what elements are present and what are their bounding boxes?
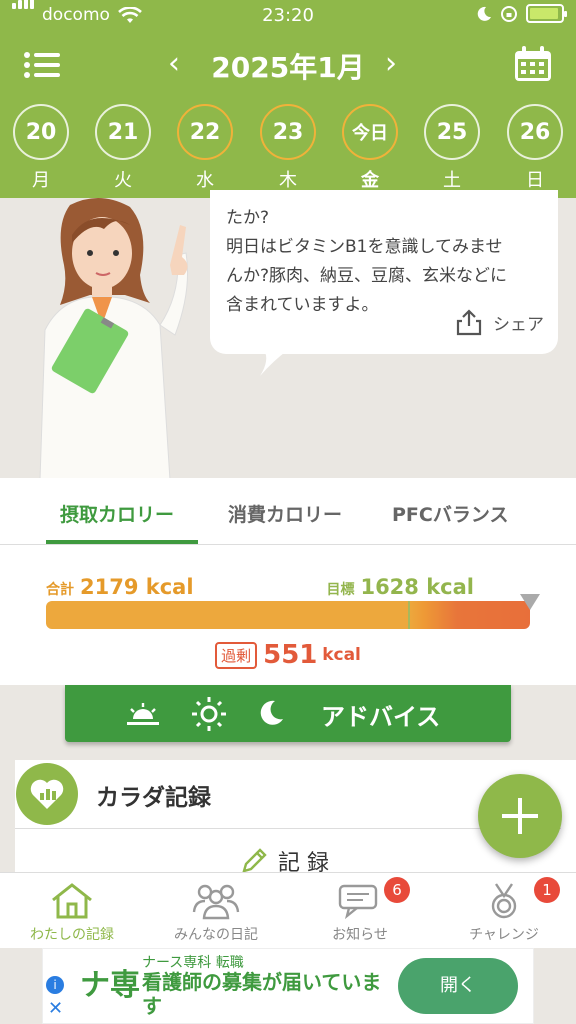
tab-pfc-balance[interactable]: PFCバランス — [392, 500, 508, 527]
notification-count-badge: 6 — [384, 877, 410, 903]
calendar-icon[interactable] — [513, 45, 553, 83]
bar-end-triangle-icon — [520, 594, 540, 610]
day-26[interactable]: 26 日 — [505, 104, 565, 192]
nav-community-diary[interactable]: みんなの日記 — [144, 878, 288, 944]
heart-chart-icon — [30, 779, 64, 809]
nav-label: お知らせ — [332, 927, 388, 943]
day-weekday: 月 — [32, 170, 50, 191]
plus-icon — [502, 798, 538, 834]
day-number: 22 — [177, 104, 233, 160]
day-22[interactable]: 22 水 — [175, 104, 235, 192]
day-number: 21 — [95, 104, 151, 160]
excess-calories: 過剰 551 kcal — [0, 640, 576, 670]
ad-title: 看護師の募集が届いています — [142, 970, 382, 1018]
month-title: 2025年1月 — [211, 51, 365, 84]
goal-marker — [407, 601, 410, 629]
day-weekday: 水 — [196, 170, 214, 191]
advisor-character-illustration — [39, 197, 189, 480]
nav-label: チャレンジ — [469, 927, 539, 943]
body-record-title: カラダ記録 — [96, 785, 211, 811]
people-icon — [192, 884, 240, 920]
goal-label: 目標 — [326, 582, 355, 598]
goal-value: 1628 kcal — [360, 575, 474, 599]
day-25[interactable]: 25 土 — [422, 104, 482, 192]
total-label: 合計 — [46, 582, 74, 598]
day-number: 25 — [424, 104, 480, 160]
day-today[interactable]: 今日金 — [340, 104, 400, 192]
day-number: 今日 — [342, 104, 398, 160]
day-weekday: 金 — [361, 170, 379, 191]
battery-icon — [526, 4, 567, 23]
share-label: シェア — [493, 314, 544, 335]
medal-icon — [491, 883, 517, 919]
nav-notifications[interactable]: お知らせ — [288, 878, 432, 944]
day-number: 20 — [13, 104, 69, 160]
excess-unit: kcal — [322, 645, 361, 665]
nav-my-records[interactable]: わたしの記録 — [0, 878, 144, 944]
calorie-progress-bar — [46, 601, 530, 629]
goal-calories: 目標 1628 kcal — [326, 575, 474, 599]
next-month-button[interactable]: › — [385, 46, 397, 81]
chat-icon — [338, 884, 378, 920]
advice-line: んか?豚肉、納豆、豆腐、玄米などに — [226, 266, 508, 286]
nav-label: みんなの日記 — [174, 927, 258, 943]
excess-value: 551 — [263, 640, 318, 670]
total-value: 2179 kcal — [80, 575, 194, 599]
sunrise-icon — [127, 703, 159, 725]
moon-icon — [260, 700, 283, 725]
share-button[interactable]: シェア — [455, 308, 544, 336]
ad-subtitle: ナース専科 転職 — [142, 955, 244, 971]
ad-logo: ナ専 — [80, 968, 140, 1003]
pencil-icon — [242, 848, 267, 873]
day-weekday: 日 — [526, 170, 544, 191]
nav-label: わたしの記録 — [30, 927, 114, 943]
orientation-lock-icon — [501, 5, 517, 22]
ad-info-icon[interactable]: i — [46, 976, 64, 994]
advice-line: 明日はビタミンB1を意識してみませ — [226, 237, 503, 257]
sun-icon — [192, 697, 226, 731]
body-record-icon-circle — [16, 763, 78, 825]
day-21[interactable]: 21 火 — [93, 104, 153, 192]
total-calories: 合計 2179 kcal — [46, 575, 194, 599]
day-20[interactable]: 20 月 — [11, 104, 71, 192]
home-icon — [52, 883, 92, 919]
tab-intake-calories[interactable]: 摂取カロリー — [60, 500, 174, 527]
advice-button[interactable]: アドバイス — [65, 685, 511, 742]
status-bar: docomo 23:20 — [0, 0, 576, 32]
ad-close-icon[interactable]: ✕ — [48, 998, 63, 1019]
speech-tail — [260, 350, 288, 376]
share-icon — [456, 309, 482, 336]
tab-burned-calories[interactable]: 消費カロリー — [228, 500, 342, 527]
day-number: 23 — [260, 104, 316, 160]
excess-badge: 過剰 — [215, 641, 258, 669]
day-weekday: 火 — [114, 170, 132, 191]
moon-icon — [477, 6, 491, 21]
advice-button-label: アドバイス — [321, 703, 441, 731]
day-weekday: 土 — [443, 170, 461, 191]
status-icons — [476, 4, 567, 23]
divider — [0, 544, 576, 545]
day-23[interactable]: 23 木 — [258, 104, 318, 192]
day-weekday: 木 — [279, 170, 297, 191]
challenge-count-badge: 1 — [534, 877, 560, 903]
advice-line: たか? — [226, 208, 270, 228]
ad-open-button[interactable]: 開く — [398, 958, 518, 1014]
add-button[interactable] — [478, 774, 562, 858]
day-number: 26 — [507, 104, 563, 160]
